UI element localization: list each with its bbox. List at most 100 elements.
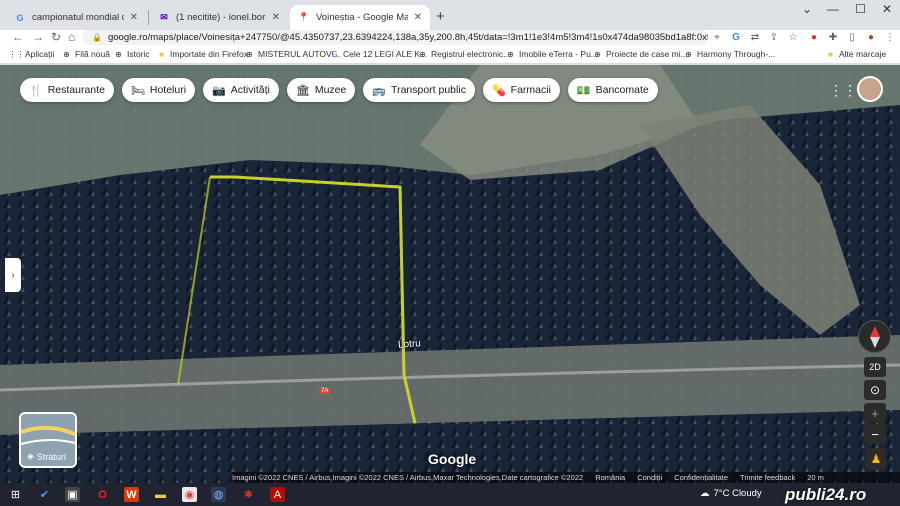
tab-1[interactable]: G campionatul mondial de fotbal 2... ✕ [6,5,146,30]
atm-icon: 💵 [576,84,591,97]
forward-icon[interactable]: → [32,30,44,44]
globe-icon: ⊕ [63,49,70,59]
bookmark-item[interactable]: ⊕ MISTERUL AUTOVI... [245,49,341,59]
back-icon[interactable]: ← [12,30,24,44]
tab-strip: G campionatul mondial de fotbal 2... ✕ ✉… [0,0,900,30]
translate-icon[interactable]: ⇄ [749,31,761,43]
bookmark-item[interactable]: ■ Importate din Firefox [157,49,248,59]
tab-title: (1 necitite) - ionel.bornea@yaho... [176,12,266,23]
browser-toolbar: ← → ↻ ⌂ 🔒 google.ro/maps/place/Voinesița… [0,30,900,46]
compass-needle-icon [869,325,880,348]
my-location-icon[interactable]: ⊙ [864,380,886,400]
chevron-down-icon[interactable]: ⌄ [802,2,812,16]
weather-widget[interactable]: ☁ 7°C Cloudy [700,488,762,499]
chip-activities[interactable]: 📷 Activități [203,78,279,102]
reload-icon[interactable]: ↻ [51,30,61,44]
share-icon[interactable]: ⇪ [768,31,780,43]
checkmark-app-icon[interactable]: ✔ [37,487,52,502]
close-icon[interactable]: ✕ [272,12,280,23]
view-mode-button[interactable]: 2D [864,357,886,377]
url-text[interactable]: google.ro/maps/place/Voinesița+247750/@4… [108,32,708,43]
menu-dots-icon[interactable]: ⋮ [884,31,896,43]
star-icon[interactable]: ☆ [787,31,799,43]
chip-restaurants[interactable]: 🍴 Restaurante [20,78,114,102]
expand-panel-button[interactable]: › [5,258,21,292]
bookmark-item[interactable]: ⊕ Filă nouă [62,49,110,59]
tab-divider [148,10,149,25]
avatar[interactable]: ● [865,31,877,43]
bookmark-item[interactable]: ⊕ Harmony Through-... [684,49,775,59]
zoom-in-button[interactable]: + [864,403,886,423]
scale-label[interactable]: 20 m [807,473,824,482]
close-icon[interactable]: ✕ [130,12,138,23]
chip-hotels[interactable]: 🛏 Hoteluri [121,78,196,102]
home-icon[interactable]: ⌂ [68,30,75,44]
bookmark-label: Alte marcaje [839,49,887,59]
lock-icon[interactable]: 🔒 [92,33,102,42]
folder-icon: ■ [828,49,833,59]
chip-museums[interactable]: 🏛 Muzee [286,78,356,102]
imagery-credit: Imagini ©2022 CNES / Airbus,Imagini ©202… [232,473,584,482]
bookmark-label: Registrul electronic... [431,49,511,59]
bookmark-item[interactable]: ⊕ Imobile eTerra - Pu... [506,49,598,59]
country-link[interactable]: România [595,473,625,482]
chrome-icon[interactable]: ◉ [182,487,197,502]
bookmark-item[interactable]: ⊕ Istoric [114,49,150,59]
satellite-map[interactable]: 🍴 Restaurante 🛏 Hoteluri 📷 Activități 🏛 Muze… [0,65,900,483]
app-icon[interactable]: ◍ [211,487,226,502]
extension-badge-icon[interactable]: ● [808,31,820,43]
pegman-icon[interactable]: ♟ [866,448,886,470]
opera-icon[interactable]: O [95,487,110,502]
globe-icon: ⊕ [594,49,601,59]
terms-link[interactable]: Condiții [637,473,662,482]
bookmark-item[interactable]: G Cele 12 LEGI ALE K... [330,49,427,59]
window-close-icon[interactable]: ✕ [882,2,892,16]
globe-icon: ⊕ [419,49,426,59]
location-icon[interactable]: ⌖ [711,31,723,43]
bookmark-item[interactable]: ⋮⋮ Aplicații [8,49,55,59]
adobe-reader-icon[interactable]: A [270,487,285,502]
tab-title: campionatul mondial de fotbal 2... [32,12,124,23]
address-bar[interactable]: 🔒 google.ro/maps/place/Voinesița+247750/… [82,30,708,45]
close-icon[interactable]: ✕ [414,12,422,23]
bookmark-item[interactable]: ⊕ Registrul electronic... [418,49,510,59]
tab-2[interactable]: ✉ (1 necitite) - ionel.bornea@yaho... ✕ [150,5,288,30]
chip-atms[interactable]: 💵 Bancomate [567,78,658,102]
road-label: 7A [319,388,331,394]
chip-label: Muzee [314,84,347,96]
cloud-icon: ☁ [700,488,710,499]
globe-icon: ⊕ [507,49,514,59]
place-label[interactable]: Lotru [398,338,422,351]
privacy-link[interactable]: Confidențialitate [674,473,728,482]
bed-icon: 🛏 [130,84,145,97]
google-lens-icon[interactable]: G [730,31,742,43]
folder-icon: ■ [159,49,164,59]
bookmark-item[interactable]: ■ Alte marcaje [826,49,886,59]
chip-label: Restaurante [47,84,105,96]
google-logo: Google [428,451,477,467]
chip-label: Activități [230,84,270,96]
feedback-link[interactable]: Trimite feedback [740,473,795,482]
layers-button[interactable]: ◈ Straturi [19,412,77,468]
maximize-icon[interactable]: ☐ [855,2,866,16]
wps-office-icon[interactable]: W [124,487,139,502]
chip-pharmacies[interactable]: 💊 Farmacii [482,78,560,102]
avatar[interactable] [857,76,883,102]
red-app-icon[interactable]: ✱ [241,487,256,502]
puzzle-icon[interactable]: ✚ [827,31,839,43]
sidepanel-icon[interactable]: ▯ [846,31,858,43]
chip-transit[interactable]: 🚌 Transport public [363,78,475,102]
chevron-right-icon: › [11,269,15,281]
compass-button[interactable] [858,320,891,353]
file-explorer-icon[interactable]: ▬ [153,487,168,502]
tab-3-active[interactable]: 📍 Voinești​a - Google Maps ✕ [290,5,430,30]
apps-icon: ⋮⋮ [8,49,25,59]
chip-label: Farmacii [510,84,551,96]
camera-app-icon[interactable]: ▣ [65,487,80,502]
zoom-out-button[interactable]: − [864,424,886,444]
bookmark-label: MISTERUL AUTOVI... [258,49,342,59]
bookmark-item[interactable]: ⊕ Proiecte de case mi... [593,49,688,59]
minimize-icon[interactable]: — [827,2,839,16]
windows-start-icon[interactable]: ⊞ [8,487,23,502]
new-tab-button[interactable]: + [436,8,445,25]
